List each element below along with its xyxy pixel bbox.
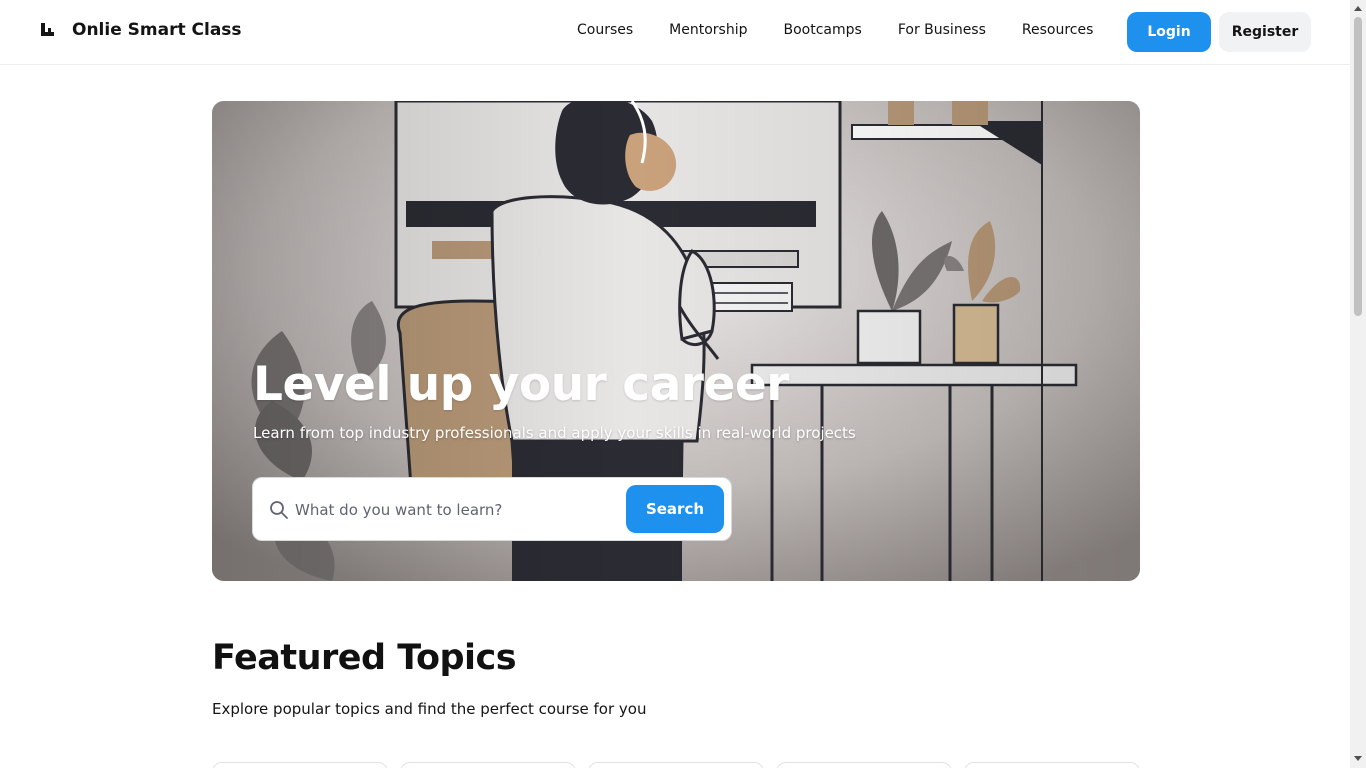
logo[interactable]: Onlie Smart Class xyxy=(40,20,242,40)
nav-for-business[interactable]: For Business xyxy=(898,22,986,38)
search-box: Search xyxy=(252,477,732,541)
topic-card[interactable] xyxy=(212,762,388,768)
hero-subtitle: Learn from top industry professionals an… xyxy=(253,424,856,442)
top-navbar: Onlie Smart Class Courses Mentorship Boo… xyxy=(0,0,1350,65)
topic-card[interactable] xyxy=(964,762,1140,768)
scroll-thumb[interactable] xyxy=(1354,17,1362,316)
featured-topics-title: Featured Topics xyxy=(212,638,517,678)
featured-topics-subtitle: Explore popular topics and find the perf… xyxy=(212,700,647,718)
hero-banner: Level up your career Learn from top indu… xyxy=(212,101,1140,581)
scroll-down-arrow-icon[interactable] xyxy=(1354,756,1362,761)
register-button[interactable]: Register xyxy=(1219,12,1311,52)
search-input[interactable] xyxy=(295,492,615,528)
nav-courses[interactable]: Courses xyxy=(577,22,633,38)
main-nav: Courses Mentorship Bootcamps For Busines… xyxy=(577,22,1129,38)
topic-card[interactable] xyxy=(400,762,576,768)
nav-mentorship[interactable]: Mentorship xyxy=(669,22,747,38)
logo-icon xyxy=(40,22,56,38)
hero-title: Level up your career xyxy=(253,357,789,412)
search-icon xyxy=(269,500,289,520)
topic-card[interactable] xyxy=(588,762,764,768)
topic-card[interactable] xyxy=(776,762,952,768)
nav-bootcamps[interactable]: Bootcamps xyxy=(784,22,862,38)
page: Onlie Smart Class Courses Mentorship Boo… xyxy=(0,0,1366,768)
login-button[interactable]: Login xyxy=(1127,12,1211,52)
search-button[interactable]: Search xyxy=(626,485,724,533)
logo-text: Onlie Smart Class xyxy=(72,20,242,40)
page-scrollbar[interactable] xyxy=(1350,0,1366,768)
nav-resources[interactable]: Resources xyxy=(1022,22,1094,38)
scroll-up-arrow-icon[interactable] xyxy=(1354,6,1362,11)
